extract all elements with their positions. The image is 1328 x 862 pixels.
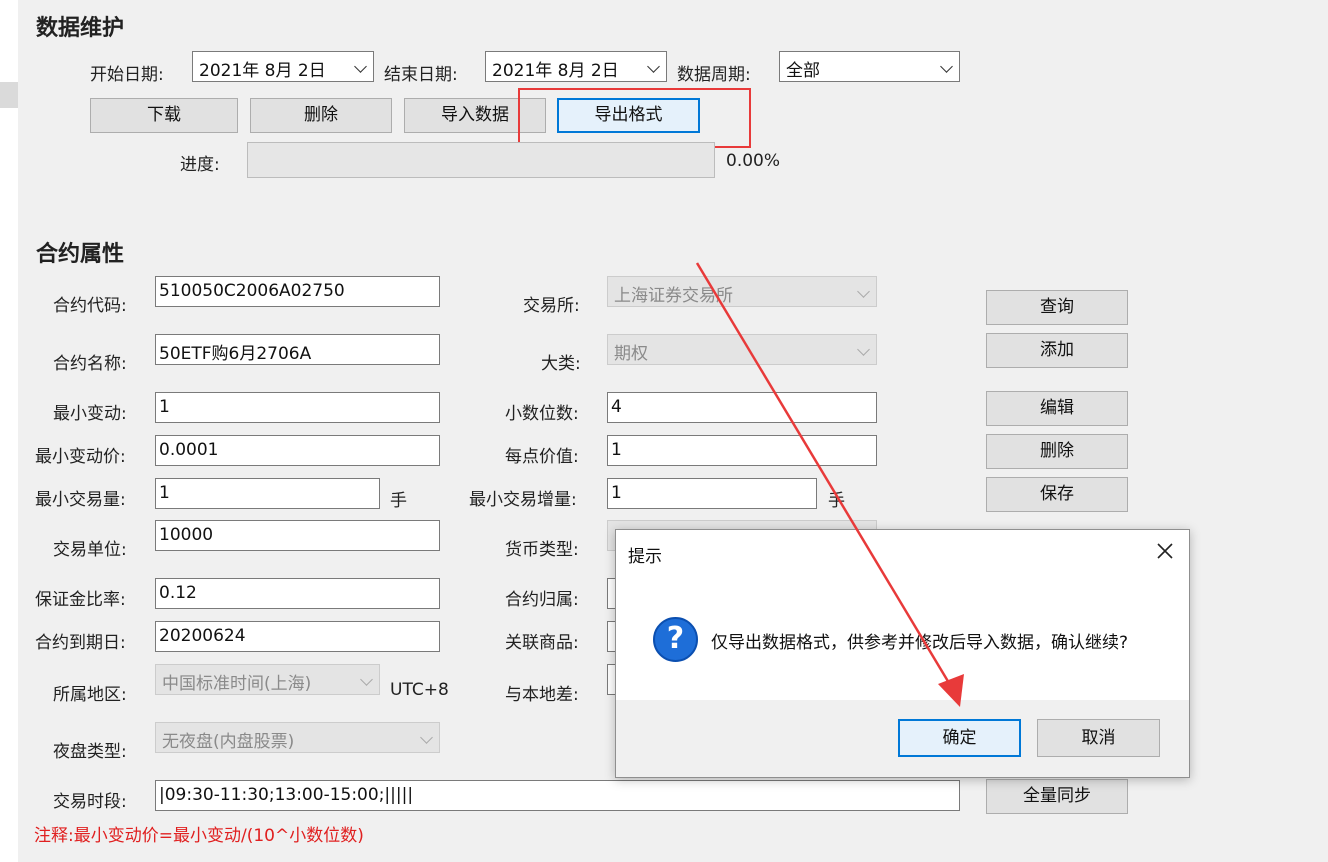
maintenance-title: 数据维护 bbox=[36, 16, 125, 41]
name-label: 合约名称: bbox=[53, 354, 127, 374]
add-button[interactable]: 添加 bbox=[986, 333, 1128, 368]
exchange-label: 交易所: bbox=[523, 296, 580, 316]
code-label: 合约代码: bbox=[53, 296, 127, 316]
min-volume-label: 最小交易量: bbox=[35, 490, 126, 510]
point-value-label: 每点价值: bbox=[505, 447, 579, 467]
delete-data-button[interactable]: 删除 bbox=[250, 98, 392, 133]
confirm-dialog: 提示 ? 仅导出数据格式，供参考并修改后导入数据，确认继续? 确定 取消 bbox=[615, 529, 1190, 778]
region-select: 中国标准时间(上海) bbox=[155, 664, 380, 695]
min-increment-field[interactable]: 1 bbox=[607, 478, 817, 509]
chevron-down-icon bbox=[420, 731, 433, 744]
period-label: 数据周期: bbox=[677, 65, 751, 85]
download-button[interactable]: 下载 bbox=[90, 98, 238, 133]
ok-button[interactable]: 确定 bbox=[898, 719, 1021, 757]
margin-label: 保证金比率: bbox=[35, 590, 126, 610]
category-value: 期权 bbox=[614, 344, 648, 364]
start-date-picker[interactable]: 2021年 8月 2日 bbox=[192, 51, 374, 82]
progress-bar bbox=[247, 142, 715, 178]
expiry-field[interactable]: 20200624 bbox=[155, 621, 440, 652]
trade-unit-label: 交易单位: bbox=[53, 540, 127, 560]
start-date-label: 开始日期: bbox=[90, 65, 164, 85]
end-date-label: 结束日期: bbox=[384, 65, 458, 85]
point-value-field[interactable]: 1 bbox=[607, 435, 877, 466]
highlight-box bbox=[518, 88, 751, 148]
session-label: 交易时段: bbox=[53, 792, 127, 812]
utc-text: UTC+8 bbox=[390, 680, 449, 700]
decimals-label: 小数位数: bbox=[505, 404, 579, 424]
full-sync-button[interactable]: 全量同步 bbox=[986, 779, 1128, 814]
min-increment-unit: 手 bbox=[828, 491, 845, 511]
night-value: 无夜盘(内盘股票) bbox=[162, 732, 295, 752]
progress-label: 进度: bbox=[180, 155, 220, 175]
category-label: 大类: bbox=[541, 354, 581, 374]
close-icon[interactable] bbox=[1154, 540, 1176, 562]
margin-field[interactable]: 0.12 bbox=[155, 578, 440, 609]
dialog-message: 仅导出数据格式，供参考并修改后导入数据，确认继续? bbox=[711, 633, 1129, 653]
session-field[interactable]: |09:30-11:30;13:00-15:00;||||| bbox=[155, 780, 960, 811]
min-price-field[interactable]: 0.0001 bbox=[155, 435, 440, 466]
currency-label: 货币类型: bbox=[505, 540, 579, 560]
end-date-picker[interactable]: 2021年 8月 2日 bbox=[485, 51, 667, 82]
region-value: 中国标准时间(上海) bbox=[162, 674, 312, 694]
contract-title: 合约属性 bbox=[36, 242, 125, 267]
chevron-down-icon bbox=[360, 673, 373, 686]
cancel-button[interactable]: 取消 bbox=[1037, 719, 1160, 757]
name-field[interactable]: 50ETF购6月2706A bbox=[155, 334, 440, 365]
min-increment-label: 最小交易增量: bbox=[469, 490, 577, 510]
expiry-label: 合约到期日: bbox=[35, 633, 126, 653]
min-volume-field[interactable]: 1 bbox=[155, 478, 380, 509]
chevron-down-icon bbox=[857, 285, 870, 298]
delete-contract-button[interactable]: 删除 bbox=[986, 434, 1128, 469]
min-volume-unit: 手 bbox=[390, 491, 407, 511]
min-price-label: 最小变动价: bbox=[35, 447, 126, 467]
end-date-value: 2021年 8月 2日 bbox=[492, 61, 619, 81]
start-date-value: 2021年 8月 2日 bbox=[199, 61, 326, 81]
exchange-select: 上海证券交易所 bbox=[607, 276, 877, 307]
owner-label: 合约归属: bbox=[505, 590, 579, 610]
chevron-down-icon bbox=[647, 60, 660, 73]
night-label: 夜盘类型: bbox=[53, 742, 127, 762]
trade-unit-field[interactable]: 10000 bbox=[155, 520, 440, 551]
min-tick-label: 最小变动: bbox=[53, 404, 127, 424]
related-label: 关联商品: bbox=[505, 633, 579, 653]
decimals-field[interactable]: 4 bbox=[607, 392, 877, 423]
night-select: 无夜盘(内盘股票) bbox=[155, 722, 440, 753]
min-tick-field[interactable]: 1 bbox=[155, 392, 440, 423]
left-panel-tab[interactable] bbox=[0, 82, 18, 108]
category-select: 期权 bbox=[607, 334, 877, 365]
period-select[interactable]: 全部 bbox=[779, 51, 960, 82]
progress-text: 0.00% bbox=[726, 151, 781, 171]
question-icon: ? bbox=[653, 617, 698, 662]
formula-note: 注释:最小变动价=最小变动/(10^小数位数) bbox=[34, 826, 364, 846]
period-value: 全部 bbox=[786, 61, 820, 81]
edit-button[interactable]: 编辑 bbox=[986, 391, 1128, 426]
dialog-title: 提示 bbox=[628, 547, 662, 567]
query-button[interactable]: 查询 bbox=[986, 290, 1128, 325]
left-panel-edge bbox=[0, 0, 18, 862]
code-field[interactable]: 510050C2006A02750 bbox=[155, 276, 440, 307]
chevron-down-icon bbox=[354, 60, 367, 73]
save-button[interactable]: 保存 bbox=[986, 477, 1128, 512]
region-label: 所属地区: bbox=[53, 685, 127, 705]
local-diff-label: 与本地差: bbox=[505, 685, 579, 705]
exchange-value: 上海证券交易所 bbox=[614, 286, 733, 306]
chevron-down-icon bbox=[857, 343, 870, 356]
chevron-down-icon bbox=[940, 60, 953, 73]
